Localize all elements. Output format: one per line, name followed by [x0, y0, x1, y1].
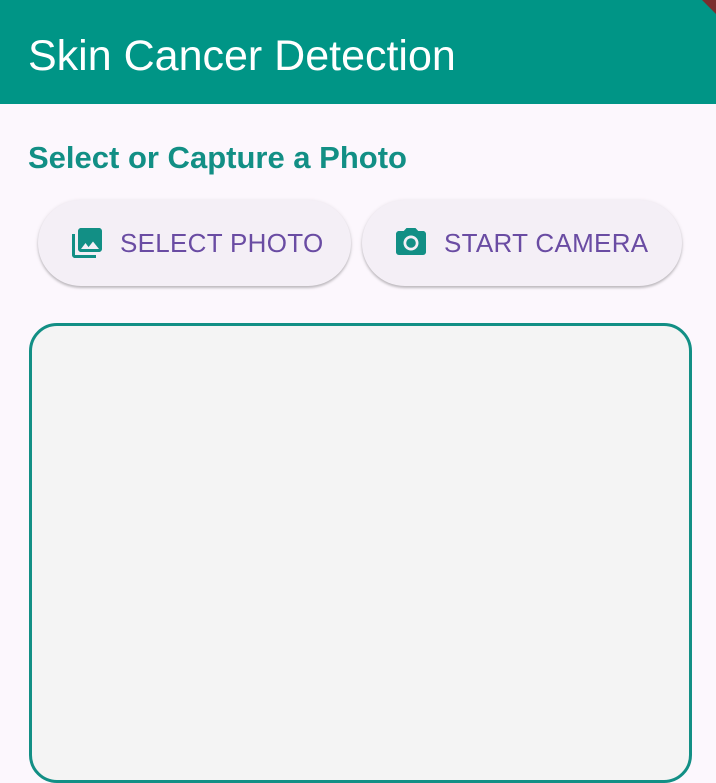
camera-icon — [392, 224, 430, 262]
photo-library-icon — [68, 224, 106, 262]
select-photo-button[interactable]: SELECT PHOTO — [38, 200, 351, 286]
section-heading: Select or Capture a Photo — [28, 140, 407, 175]
start-camera-label: START CAMERA — [444, 227, 649, 258]
app-title: Skin Cancer Detection — [28, 32, 456, 80]
debug-banner — [670, 0, 716, 33]
start-camera-button[interactable]: START CAMERA — [362, 200, 682, 286]
image-preview-area — [29, 323, 692, 783]
app-bar: Skin Cancer Detection — [0, 0, 716, 104]
select-photo-label: SELECT PHOTO — [120, 227, 324, 258]
debug-banner-stripe — [680, 0, 716, 23]
